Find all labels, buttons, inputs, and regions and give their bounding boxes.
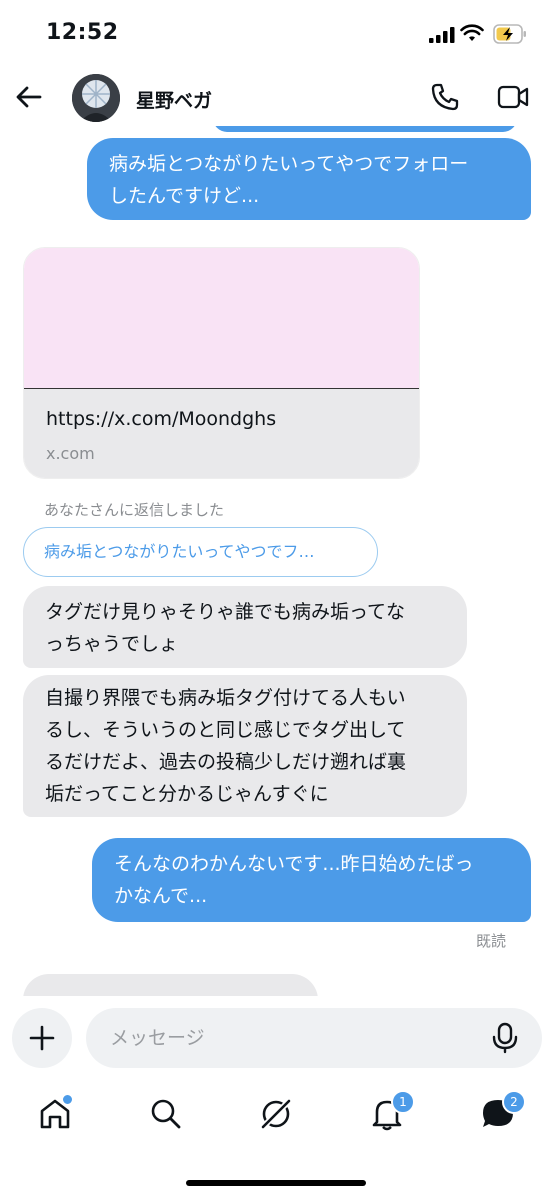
contact-name[interactable]: 星野ベガ: [136, 86, 212, 113]
received-message[interactable]: タグだけ見りゃそりゃ誰でも病み垢ってな っちゃうでしょ: [23, 586, 467, 668]
reply-label: あなたさんに返信しました: [44, 501, 225, 519]
back-arrow-icon[interactable]: [14, 82, 44, 112]
message-line: るし、そういうのと同じ感じでタグ出して: [45, 719, 406, 741]
signal-icon: [429, 27, 455, 43]
sent-message[interactable]: 病み垢とつながりたいってやつでフォロー したんですけど...: [87, 138, 531, 220]
message-line: 自撮り界隈でも病み垢タグ付けてる人もい: [45, 687, 406, 709]
notifications-badge: 1: [391, 1090, 415, 1114]
message-composer: [0, 996, 554, 1080]
message-line: タグだけ見りゃそりゃ誰でも病み垢ってな: [45, 601, 406, 623]
plus-icon: [29, 1025, 55, 1051]
reply-quote[interactable]: 病み垢とつながりたいってやつでフ…: [23, 527, 378, 577]
phone-icon[interactable]: [430, 82, 460, 112]
message-list[interactable]: 病み垢とつながりたいってやつでフォロー したんですけど... https://x…: [0, 126, 554, 996]
message-line: そんなのわかんないです...昨日始めたばっ: [114, 853, 474, 875]
status-bar: 12:52: [0, 0, 554, 70]
avatar-illustration: [72, 74, 120, 122]
video-call-icon[interactable]: [497, 84, 529, 110]
link-domain: x.com: [46, 444, 95, 463]
link-preview-image: [24, 248, 419, 389]
status-time: 12:52: [46, 20, 119, 45]
link-preview-body: https://x.com/Moondghs x.com: [24, 389, 419, 478]
nav-search[interactable]: [148, 1096, 188, 1136]
microphone-icon[interactable]: [490, 1022, 520, 1054]
nav-messages[interactable]: 2: [480, 1090, 526, 1136]
message-line: 垢だってこと分かるじゃんすぐに: [45, 783, 329, 805]
search-icon: [151, 1099, 181, 1129]
grok-icon: [259, 1097, 293, 1131]
received-message[interactable]: 自撮り界隈でも病み垢タグ付けてる人もい るし、そういうのと同じ感じでタグ出して …: [23, 675, 467, 817]
sent-message[interactable]: そんなのわかんないです...昨日始めたばっ かなんで...: [92, 838, 531, 922]
nav-notifications[interactable]: 1: [369, 1090, 415, 1136]
message-line: かなんで...: [114, 885, 208, 907]
message-line: 病み垢とつながりたいってやつでフォロー: [109, 153, 469, 175]
add-attachment-button[interactable]: [12, 1008, 72, 1068]
message-line: るだけだよ、過去の投稿少しだけ遡れば裏: [45, 751, 407, 773]
received-message-partial[interactable]: [23, 974, 318, 996]
message-line: っちゃうでしょ: [45, 633, 179, 655]
home-notification-dot: [61, 1093, 74, 1106]
conversation-header: 星野ベガ: [0, 70, 554, 126]
message-line: したんですけど...: [109, 185, 260, 207]
previous-message-tail: [213, 126, 517, 132]
battery-charging-icon: [493, 24, 526, 44]
wifi-icon: [460, 24, 484, 41]
messages-badge: 2: [502, 1090, 526, 1114]
nav-grok[interactable]: [258, 1096, 298, 1136]
avatar[interactable]: [72, 74, 120, 122]
read-receipt: 既読: [476, 932, 507, 950]
link-preview-card[interactable]: https://x.com/Moondghs x.com: [23, 247, 420, 479]
home-indicator: [186, 1180, 366, 1186]
nav-home[interactable]: [37, 1093, 77, 1136]
link-url[interactable]: https://x.com/Moondghs: [46, 408, 276, 430]
message-input[interactable]: [86, 1008, 542, 1068]
bottom-navigation: 1 2: [0, 1080, 554, 1160]
